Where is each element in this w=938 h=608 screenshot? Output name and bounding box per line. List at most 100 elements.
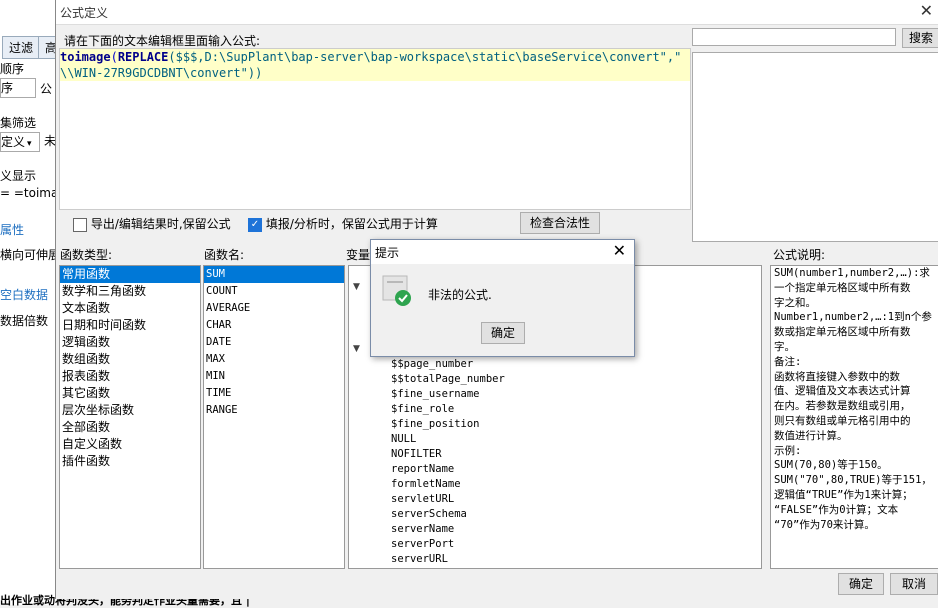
- description-line: 值、逻辑值及文本表达式计算: [774, 385, 911, 398]
- blank-data-link[interactable]: 空白数据: [0, 286, 48, 303]
- keep-formula-export-label: 导出/编辑结果时,保留公式: [90, 217, 231, 231]
- function-name-item[interactable]: AVERAGE: [204, 300, 344, 317]
- keep-formula-calc-option[interactable]: ✓ 填报/分析时，保留公式用于计算: [248, 215, 438, 232]
- function-type-list[interactable]: 常用函数 数学和三角函数 文本函数 日期和时间函数 逻辑函数 数组函数 报表函数 其它函数 层次…: [59, 265, 201, 569]
- expand-label: 横向可伸展: [0, 248, 61, 262]
- description-line: 字。: [774, 340, 795, 353]
- background-app-panel: 过滤 高 顺序 序 公 集筛选 定义 ▾ 未 义显示 = =toima 属性 横向…: [0, 0, 250, 607]
- function-type-item[interactable]: 日期和时间函数: [60, 317, 200, 334]
- function-name-item[interactable]: SUM: [204, 266, 344, 283]
- variable-item[interactable]: serverURL: [389, 552, 505, 567]
- function-type-item[interactable]: 其它函数: [60, 385, 200, 402]
- define-select[interactable]: 定义 ▾: [0, 132, 40, 152]
- variable-item[interactable]: $fine_role: [389, 402, 505, 417]
- tree-expand-icon[interactable]: ▼: [353, 282, 360, 292]
- function-type-item[interactable]: 报表函数: [60, 368, 200, 385]
- popup-titlebar: 提示 ✕: [371, 240, 634, 264]
- popup-ok-button[interactable]: 确定: [481, 322, 525, 344]
- filter-label: 集筛选: [0, 116, 37, 130]
- function-name-item[interactable]: TIME: [204, 385, 344, 402]
- function-type-item[interactable]: 自定义函数: [60, 436, 200, 453]
- func-token: toimage: [60, 50, 111, 64]
- order-label: 顺序: [0, 62, 25, 76]
- function-name-item[interactable]: RANGE: [204, 402, 344, 419]
- description-line: SUM("70",80,TRUE)等于151，: [774, 474, 932, 487]
- variable-label: 变量: [346, 248, 371, 262]
- function-type-item[interactable]: 文本函数: [60, 300, 200, 317]
- tree-expand-icon[interactable]: ▼: [353, 344, 360, 354]
- check-validity-button[interactable]: 检查合法性: [520, 212, 600, 234]
- order-select[interactable]: 序: [0, 78, 36, 98]
- search-results-list[interactable]: [692, 52, 938, 242]
- keep-formula-calc-checkbox[interactable]: ✓: [248, 217, 262, 232]
- variable-items: $$page_number $$totalPage_number $fine_use…: [389, 357, 505, 567]
- data-multiple-label: 数据倍数: [0, 314, 49, 328]
- popup-message: 非法的公式.: [428, 288, 492, 302]
- description-line: “FALSE”作为0计算；文本: [774, 503, 899, 516]
- replace-token: REPLACE: [117, 50, 169, 64]
- alert-popup: 提示 ✕ 非法的公式. 确定: [370, 239, 635, 357]
- search-button[interactable]: 搜索: [902, 28, 938, 48]
- description-line: SUM(70,80)等于150。: [774, 459, 888, 472]
- keep-formula-calc-label: 填报/分析时，保留公式用于计算: [265, 217, 438, 231]
- popup-title: 提示: [375, 246, 400, 260]
- description-line: Number1,number2,…:1到n个参: [774, 311, 932, 324]
- variable-item[interactable]: servletURL: [389, 492, 505, 507]
- formula-short-label: 公: [40, 82, 53, 96]
- define-select-value: 定义: [1, 135, 26, 149]
- function-type-item[interactable]: 常用函数: [60, 266, 200, 283]
- variable-item[interactable]: $fine_username: [389, 387, 505, 402]
- args-token: ($$$,D:\SupPlant\bap-server\bap-workspac…: [168, 50, 682, 64]
- formula-prompt: 请在下面的文本编辑框里面输入公式:: [64, 34, 261, 48]
- variable-item[interactable]: $$page_number: [389, 357, 505, 372]
- variable-item[interactable]: reportName: [389, 462, 505, 477]
- description-line: “70”作为70来计算。: [774, 518, 875, 531]
- close-icon[interactable]: ✕: [613, 241, 626, 260]
- variable-item[interactable]: $fine_position: [389, 417, 505, 432]
- variable-item[interactable]: serverSchema: [389, 507, 505, 522]
- search-input[interactable]: [692, 28, 896, 46]
- function-name-item[interactable]: COUNT: [204, 283, 344, 300]
- info-check-icon: [381, 274, 411, 306]
- variable-item[interactable]: $$totalPage_number: [389, 372, 505, 387]
- function-type-item[interactable]: 插件函数: [60, 453, 200, 470]
- formula-editor[interactable]: toimage(REPLACE($$$,D:\SupPlant\bap-serv…: [59, 48, 691, 210]
- variable-item[interactable]: serverPort: [389, 537, 505, 552]
- description-line: 示例:: [774, 444, 802, 457]
- dialog-title: 公式定义: [60, 6, 109, 20]
- function-name-item[interactable]: DATE: [204, 334, 344, 351]
- function-name-item[interactable]: CHAR: [204, 317, 344, 334]
- function-type-item[interactable]: 数组函数: [60, 351, 200, 368]
- variable-item[interactable]: serverName: [389, 522, 505, 537]
- description-line: 在内。若参数是数组或引用，: [774, 400, 911, 413]
- keep-formula-export-option[interactable]: 导出/编辑结果时,保留公式: [73, 215, 231, 232]
- variable-item[interactable]: formletName: [389, 477, 505, 492]
- chevron-down-icon: ▾: [27, 139, 32, 149]
- function-type-item[interactable]: 全部函数: [60, 419, 200, 436]
- variable-item[interactable]: NULL: [389, 432, 505, 447]
- property-link[interactable]: 属性: [0, 221, 24, 238]
- description-line: 备注:: [774, 355, 802, 368]
- function-type-item[interactable]: 层次坐标函数: [60, 402, 200, 419]
- function-name-item[interactable]: MIN: [204, 368, 344, 385]
- description-line: 逻辑值“TRUE”作为1来计算；: [774, 488, 913, 501]
- dialog-titlebar: 公式定义 ✕: [56, 0, 938, 25]
- func-name-label: 函数名:: [204, 248, 245, 262]
- formula-line-2: \\WIN-27R9GDCDBNT\convert")): [60, 65, 690, 81]
- description-line: SUM(number1,number2,…):求: [774, 267, 930, 279]
- close-icon[interactable]: ✕: [920, 1, 933, 20]
- function-type-item[interactable]: 数学和三角函数: [60, 283, 200, 300]
- formula-description: SUM(number1,number2,…):求 一个指定单元格区域中所有数 字之和…: [770, 265, 938, 569]
- filter-tab[interactable]: 过滤: [2, 36, 41, 59]
- cancel-button[interactable]: 取消: [890, 573, 938, 595]
- variable-item[interactable]: NOFILTER: [389, 447, 505, 462]
- desc-label: 公式说明:: [773, 248, 826, 262]
- formula-field[interactable]: = =toima: [0, 186, 58, 200]
- ok-button[interactable]: 确定: [838, 573, 884, 595]
- formula-line-1: toimage(REPLACE($$$,D:\SupPlant\bap-serv…: [60, 49, 690, 65]
- keep-formula-export-checkbox[interactable]: [73, 217, 87, 232]
- func-type-label: 函数类型:: [60, 248, 113, 262]
- function-name-item[interactable]: MAX: [204, 351, 344, 368]
- function-name-list[interactable]: SUM COUNT AVERAGE CHAR DATE MAX MIN TIME RANGE: [203, 265, 345, 569]
- function-type-item[interactable]: 逻辑函数: [60, 334, 200, 351]
